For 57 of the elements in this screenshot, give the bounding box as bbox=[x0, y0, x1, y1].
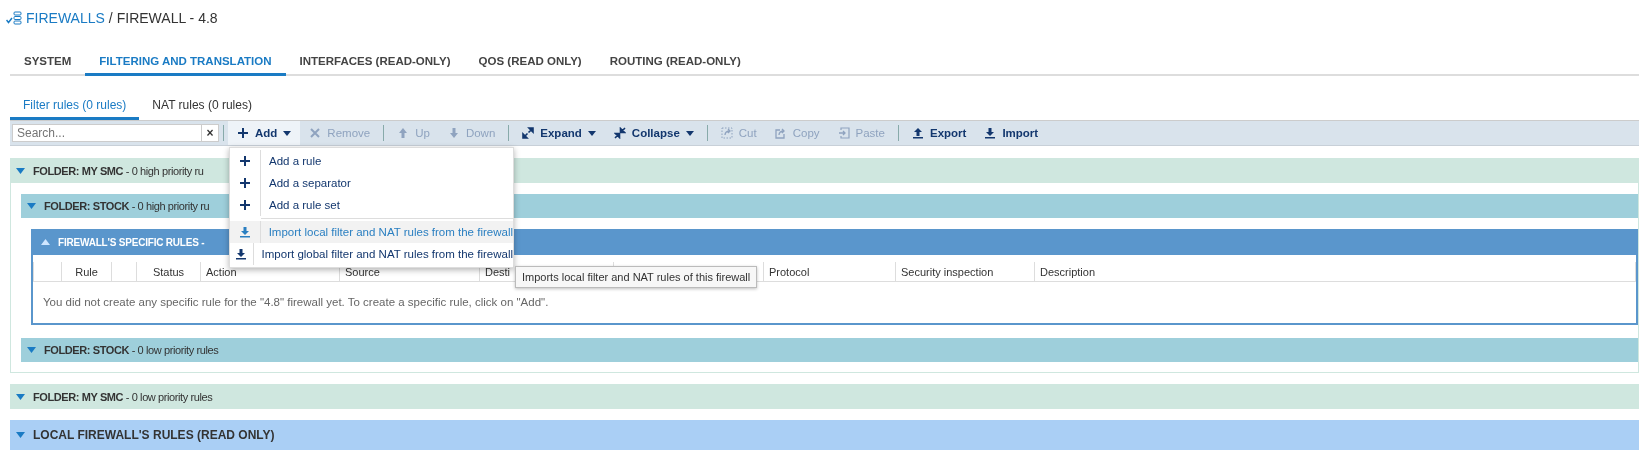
expand-arrow-icon[interactable] bbox=[27, 347, 36, 353]
folder-header[interactable]: LOCAL FIREWALL'S RULES (READ ONLY) bbox=[10, 420, 1639, 450]
folder-header[interactable]: FOLDER: STOCK - 0 low priority rules bbox=[21, 338, 1638, 362]
toolbar-button[interactable]: Export bbox=[902, 121, 976, 145]
column-header: Protocol bbox=[764, 262, 896, 281]
menu-item[interactable]: Import local filter and NAT rules from the firewall bbox=[230, 221, 513, 243]
cross-icon bbox=[309, 127, 322, 139]
toolbar-button[interactable]: Add bbox=[228, 121, 301, 145]
folder-title: FOLDER: STOCK - 0 high priority ru bbox=[44, 200, 210, 212]
breadcrumb-current: FIREWALL - 4.8 bbox=[116, 10, 218, 26]
folder-title: LOCAL FIREWALL'S RULES (READ ONLY) bbox=[33, 428, 275, 442]
folder-title: FOLDER: MY SMC - 0 low priority rules bbox=[33, 390, 213, 403]
tab[interactable]: QOS (READ ONLY) bbox=[464, 51, 596, 76]
plus-icon bbox=[237, 127, 249, 139]
download-icon bbox=[984, 127, 997, 139]
expand-arrow-icon[interactable] bbox=[16, 393, 25, 400]
column-header: Status bbox=[137, 262, 201, 281]
clear-button[interactable]: × bbox=[202, 124, 219, 142]
toolbar-button[interactable]: Import bbox=[975, 121, 1048, 145]
subtab[interactable]: NAT rules (0 rules) bbox=[139, 98, 265, 120]
folder-header[interactable]: FOLDER: MY SMC - 0 low priority rules bbox=[10, 384, 1639, 409]
folder-title: FOLDER: MY SMC - 0 high priority ru bbox=[33, 164, 204, 177]
expand-icon bbox=[522, 127, 535, 139]
firewall-icon bbox=[6, 11, 22, 25]
download-icon bbox=[235, 248, 248, 260]
column-header: Security inspection bbox=[896, 262, 1035, 281]
tab[interactable]: SYSTEM bbox=[10, 51, 86, 76]
up-arrow-icon bbox=[397, 127, 410, 139]
upload-icon bbox=[911, 127, 924, 139]
search-field[interactable]: Search... bbox=[12, 124, 202, 142]
copy-icon bbox=[774, 127, 787, 139]
expand-arrow-icon[interactable] bbox=[16, 432, 25, 438]
column-header: Rule bbox=[62, 262, 112, 281]
expand-arrow-icon[interactable] bbox=[27, 203, 36, 209]
breadcrumb-link[interactable]: FIREWALLS bbox=[26, 10, 105, 26]
plus-icon bbox=[239, 155, 251, 167]
menu-item[interactable]: Add a rule set bbox=[230, 194, 513, 216]
cut-icon bbox=[720, 127, 733, 139]
tab[interactable]: ROUTING (READ-ONLY) bbox=[595, 51, 755, 76]
plus-icon bbox=[239, 177, 251, 189]
rules-title: FIREWALL'S SPECIFIC RULES - bbox=[58, 236, 205, 248]
column-header: Description bbox=[1035, 262, 1636, 281]
toolbar-button[interactable]: Collapse bbox=[604, 121, 703, 145]
down-arrow-icon bbox=[447, 127, 460, 139]
breadcrumb-separator: / bbox=[108, 10, 113, 26]
tab[interactable]: INTERFACES (READ-ONLY) bbox=[285, 51, 465, 76]
tooltip: Imports local filter and NAT rules of this firewall bbox=[515, 266, 758, 288]
tab[interactable]: FILTERING AND TRANSLATION bbox=[85, 51, 286, 76]
collapse-icon bbox=[613, 127, 626, 139]
toolbar-button[interactable]: Expand bbox=[513, 121, 605, 145]
collapse-arrow-icon[interactable] bbox=[41, 239, 50, 245]
expand-arrow-icon[interactable] bbox=[16, 167, 25, 174]
download-icon bbox=[238, 226, 251, 238]
plus-icon bbox=[239, 199, 251, 211]
paste-icon bbox=[837, 127, 850, 139]
empty-message: You did not create any specific rule for the "4.8" firewall yet. To create a specific rule, click on "Add". bbox=[42, 295, 550, 310]
folder-title: FOLDER: STOCK - 0 low priority rules bbox=[44, 344, 219, 356]
